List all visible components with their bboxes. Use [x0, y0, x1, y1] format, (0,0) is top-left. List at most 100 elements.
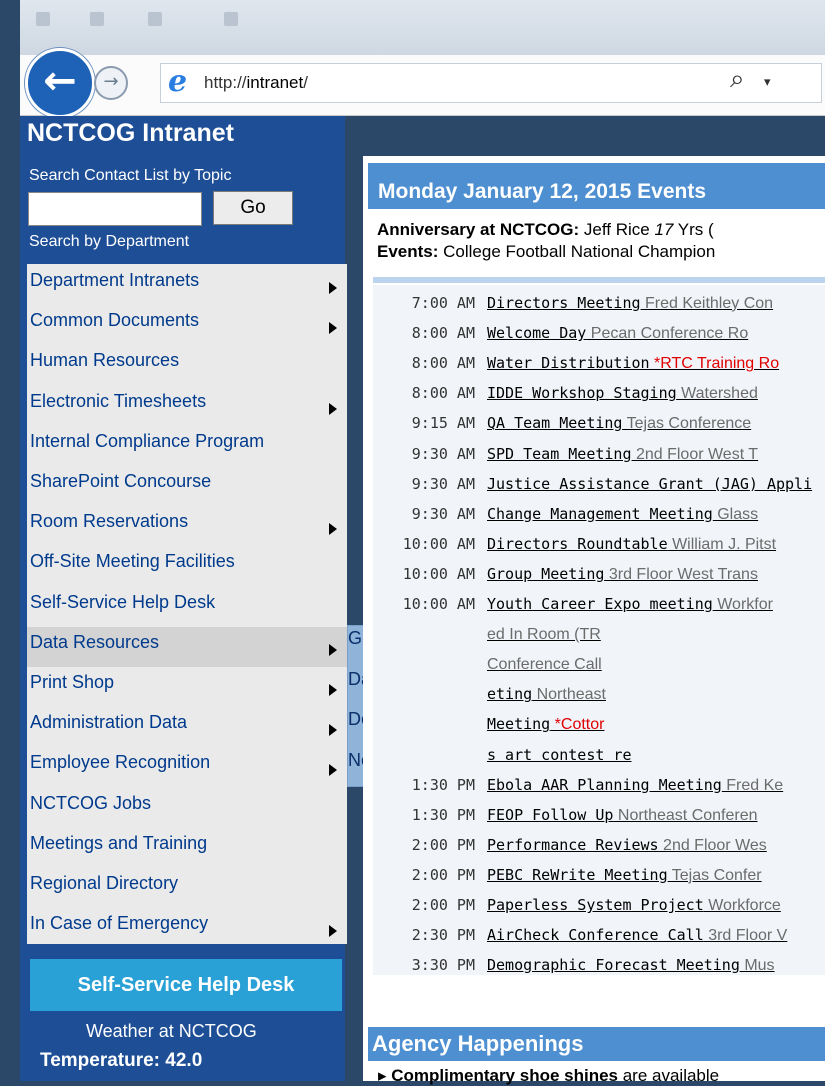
event-title-text[interactable]: eting	[487, 685, 532, 703]
menu-item[interactable]: Regional Directory	[30, 873, 178, 894]
search-dropdown-icon[interactable]: ▾	[764, 74, 771, 90]
event-title-link[interactable]: Directors Roundtable William J. Pitst	[487, 535, 776, 554]
event-title-text[interactable]: SPD Team Meeting	[487, 445, 632, 463]
menu-item[interactable]: Department Intranets	[30, 270, 199, 291]
event-title-text[interactable]: Youth Career Expo meeting	[487, 595, 713, 613]
event-title-link[interactable]: Demographic Forecast Meeting Mus	[487, 956, 775, 975]
menu-item[interactable]: Print Shop	[30, 672, 114, 693]
event-title-text[interactable]: IDDE Workshop Staging	[487, 384, 677, 402]
event-row: 7:00 AM Directors Meeting Fred Keithley C…	[373, 287, 825, 317]
event-title-text[interactable]: PEBC ReWrite Meeting	[487, 866, 668, 884]
event-title-link[interactable]: Youth Career Expo meeting Workfor	[487, 595, 773, 614]
event-location: Glass	[712, 505, 759, 523]
event-title-link[interactable]: ed In Room (TR	[487, 625, 601, 644]
menu-item[interactable]: Data Resources	[30, 632, 159, 653]
menu-item[interactable]: Off-Site Meeting Facilities	[30, 551, 235, 572]
schedule-divider	[373, 277, 825, 283]
menu-item[interactable]: Room Reservations	[30, 511, 188, 532]
event-title-text[interactable]: Change Management Meeting	[487, 505, 713, 523]
forward-button[interactable]: →	[94, 66, 128, 100]
search-icon[interactable]: ⌕	[730, 64, 745, 95]
back-button[interactable]: ←	[25, 48, 95, 118]
event-location: Mus	[739, 957, 775, 975]
event-title-text[interactable]: QA Team Meeting	[487, 414, 622, 432]
event-row: 10:00 AM Group Meeting 3rd Floor West Tra…	[373, 558, 825, 588]
menu-item[interactable]: Self-Service Help Desk	[30, 592, 215, 613]
event-title-link[interactable]: Water Distribution *RTC Training Ro	[487, 354, 779, 373]
event-title-link[interactable]: Directors Meeting Fred Keithley Con	[487, 294, 773, 313]
event-time: 9:30 AM	[411, 474, 475, 493]
menu-item[interactable]: In Case of Emergency	[30, 913, 208, 934]
event-title-link[interactable]: Justice Assistance Grant (JAG) Appli	[487, 475, 812, 494]
save-icon[interactable]	[90, 12, 104, 26]
menu-items: Department Intranets Common Documents Huma…	[27, 264, 347, 944]
event-location: William J. Pitst	[667, 535, 777, 553]
event-time: 8:00 AM	[411, 354, 475, 373]
event-title-link[interactable]: Meeting *Cottor	[487, 715, 604, 734]
event-title-text[interactable]: s art contest re	[487, 746, 632, 764]
event-location: *Cottor	[550, 716, 605, 734]
event-title-text[interactable]: Justice Assistance Grant (JAG) Appli	[487, 475, 812, 493]
event-title-link[interactable]: Ebola AAR Planning Meeting Fred Ke	[487, 776, 783, 795]
event-title-text[interactable]: Paperless System Project	[487, 896, 704, 914]
event-row: 9:30 AM SPD Team Meeting 2nd Floor West T	[373, 438, 825, 468]
app-icon[interactable]	[36, 12, 50, 26]
menu-item[interactable]: Human Resources	[30, 350, 179, 371]
submenu-arrow-icon	[329, 523, 337, 536]
event-title-text[interactable]: AirCheck Conference Call	[487, 926, 704, 944]
event-title-link[interactable]: IDDE Workshop Staging Watershed	[487, 384, 758, 403]
event-title-text[interactable]: Ebola AAR Planning Meeting	[487, 776, 722, 794]
menu-item[interactable]: Internal Compliance Program	[30, 431, 264, 452]
event-title-link[interactable]: s art contest re	[487, 746, 632, 765]
event-title-link[interactable]: Change Management Meeting Glass	[487, 505, 758, 524]
event-title-link[interactable]: Performance Reviews 2nd Floor Wes	[487, 836, 767, 855]
event-row: 10:00 AM Youth Career Expo meeting Workfo…	[373, 588, 825, 618]
event-title-link[interactable]: Conference Call	[487, 655, 602, 674]
event-title-text[interactable]: Meeting	[487, 715, 550, 733]
site-title: NCTCOG Intranet	[27, 119, 234, 147]
event-title-text[interactable]: Water Distribution	[487, 354, 650, 372]
redo-icon[interactable]	[224, 12, 238, 26]
menu-item[interactable]: NCTCOG Jobs	[30, 793, 151, 814]
event-title-link[interactable]: PEBC ReWrite Meeting Tejas Confer	[487, 866, 762, 885]
event-location: Watershed	[676, 385, 758, 403]
menu-item[interactable]: Electronic Timesheets	[30, 391, 206, 412]
event-time: 8:00 AM	[411, 324, 475, 343]
event-title-link[interactable]: Paperless System Project Workforce	[487, 896, 781, 915]
event-title-text[interactable]: Directors Meeting	[487, 294, 641, 312]
event-title-text[interactable]: Demographic Forecast Meeting	[487, 956, 740, 974]
event-location: Tejas Conference	[622, 415, 752, 433]
url-text[interactable]: http://intranet/	[204, 73, 308, 93]
event-title-text[interactable]: Directors Roundtable	[487, 535, 668, 553]
contact-search-input[interactable]	[28, 192, 202, 226]
event-location: Conference Call	[487, 656, 602, 674]
event-title-link[interactable]: SPD Team Meeting 2nd Floor West T	[487, 445, 758, 464]
menu-item[interactable]: SharePoint Concourse	[30, 471, 211, 492]
menu-item[interactable]: Employee Recognition	[30, 752, 210, 773]
event-title-link[interactable]: FEOP Follow Up Northeast Conferen	[487, 806, 758, 825]
event-title-link[interactable]: Welcome Day Pecan Conference Ro	[487, 324, 748, 343]
undo-icon[interactable]	[148, 12, 162, 26]
event-title-link[interactable]: eting Northeast	[487, 685, 606, 704]
event-title-text[interactable]: Group Meeting	[487, 565, 604, 583]
self-service-help-desk-button[interactable]: Self-Service Help Desk	[30, 959, 342, 1011]
event-title-text[interactable]: Welcome Day	[487, 324, 586, 342]
event-time: 8:00 AM	[411, 384, 475, 403]
event-row: ed In Room (TR	[373, 618, 825, 648]
event-title-link[interactable]: Group Meeting 3rd Floor West Trans	[487, 565, 758, 584]
event-time: 2:00 PM	[411, 896, 475, 914]
event-location: 2nd Floor West T	[631, 445, 759, 463]
menu-item[interactable]: Common Documents	[30, 310, 199, 331]
go-button[interactable]: Go	[213, 191, 293, 225]
event-title-link[interactable]: QA Team Meeting Tejas Conference	[487, 414, 751, 433]
event-title-text[interactable]: FEOP Follow Up	[487, 806, 613, 824]
event-location: Workfor	[712, 596, 773, 613]
event-location: Fred Keithley Con	[640, 295, 774, 312]
event-title-text[interactable]: Performance Reviews	[487, 836, 659, 854]
menu-item[interactable]: Administration Data	[30, 712, 187, 733]
event-title-link[interactable]: AirCheck Conference Call 3rd Floor V	[487, 926, 787, 945]
event-schedule: 7:00 AM Directors Meeting Fred Keithley C…	[373, 285, 825, 975]
menu-item[interactable]: Meetings and Training	[30, 833, 207, 854]
temperature-readout: Temperature: 42.0	[40, 1050, 203, 1071]
agency-happenings-item[interactable]: ▸ Complimentary shoe shines are availabl…	[378, 1066, 719, 1086]
